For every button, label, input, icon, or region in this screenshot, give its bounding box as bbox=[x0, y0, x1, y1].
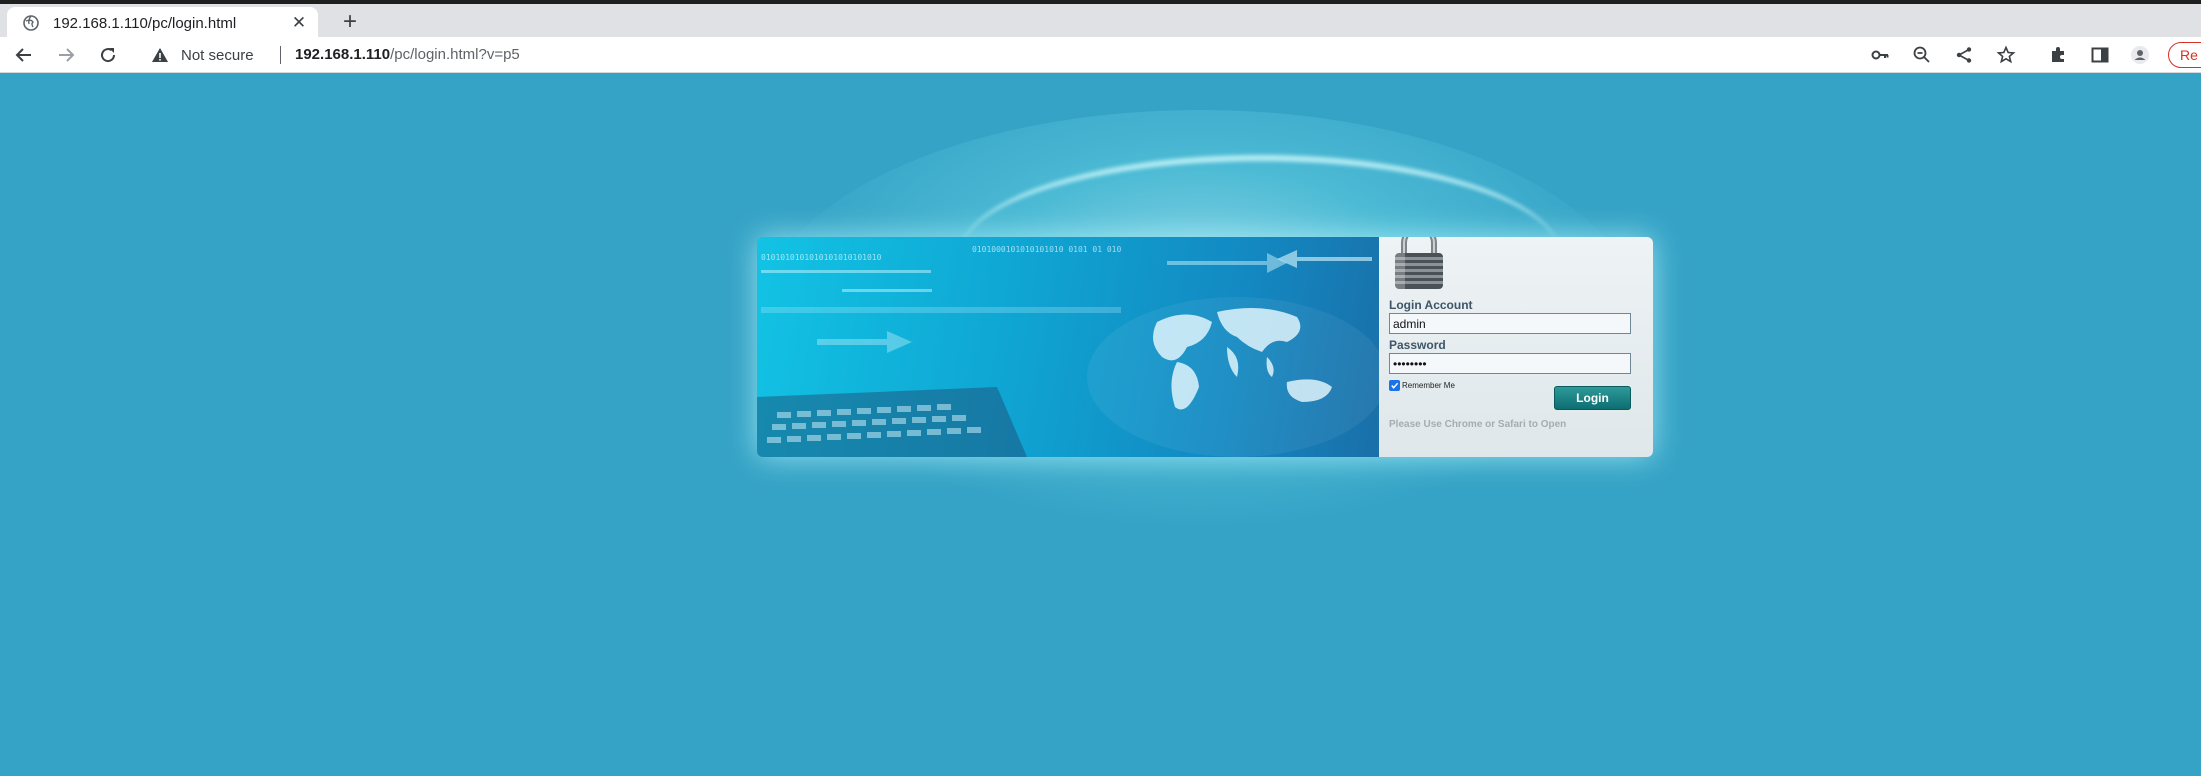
login-account-input[interactable] bbox=[1389, 313, 1631, 334]
url-field[interactable]: 192.168.1.110/pc/login.html?v=p5 bbox=[295, 46, 520, 63]
tab-title: 192.168.1.110/pc/login.html bbox=[53, 14, 237, 32]
url-path: /pc/login.html?v=p5 bbox=[390, 46, 520, 63]
close-icon[interactable]: ✕ bbox=[290, 13, 308, 33]
url-host: 192.168.1.110 bbox=[295, 46, 391, 63]
login-account-label: Login Account bbox=[1389, 298, 1473, 312]
padlock-icon bbox=[1395, 237, 1443, 289]
banner-stripe bbox=[761, 307, 1121, 313]
password-label: Password bbox=[1389, 338, 1446, 352]
star-icon[interactable] bbox=[1996, 45, 2016, 65]
share-icon[interactable] bbox=[1954, 45, 1974, 65]
arrow-right-icon[interactable] bbox=[56, 45, 76, 65]
banner-stripe bbox=[842, 289, 932, 292]
password-input[interactable] bbox=[1389, 353, 1631, 374]
banner-stripe bbox=[761, 270, 931, 273]
remember-me-label: Remember Me bbox=[1402, 381, 1455, 390]
login-card: 0101000101010101010 0101 01 010 01010101… bbox=[757, 237, 1653, 457]
login-button[interactable]: Login bbox=[1554, 386, 1631, 410]
tab-bar: 192.168.1.110/pc/login.html ✕ + bbox=[0, 4, 2201, 39]
relaunch-button[interactable]: Re bbox=[2168, 42, 2201, 68]
keyboard-illustration bbox=[757, 387, 1027, 457]
remember-me-checkbox[interactable] bbox=[1389, 380, 1400, 391]
extensions-icon[interactable] bbox=[2048, 45, 2068, 65]
banner-arrow-icon bbox=[1167, 250, 1372, 273]
zoom-out-icon[interactable] bbox=[1912, 45, 1932, 65]
arrow-left-icon[interactable] bbox=[14, 45, 34, 65]
login-panel: Login Account Password Remember Me Login… bbox=[1379, 237, 1653, 457]
not-secure-label: Not secure bbox=[181, 46, 254, 64]
browser-hint-text: Please Use Chrome or Safari to Open bbox=[1389, 419, 1567, 430]
browser-tab[interactable]: 192.168.1.110/pc/login.html ✕ bbox=[7, 7, 318, 39]
new-tab-button[interactable]: + bbox=[338, 10, 362, 34]
side-panel-icon[interactable] bbox=[2090, 45, 2110, 65]
reload-icon[interactable] bbox=[98, 45, 118, 65]
checkmark-icon bbox=[1391, 382, 1399, 389]
security-indicator[interactable]: Not secure bbox=[151, 45, 254, 65]
browser-toolbar: Not secure 192.168.1.110/pc/login.html?v… bbox=[0, 37, 2201, 73]
globe-icon bbox=[23, 15, 39, 31]
warning-icon bbox=[152, 48, 168, 62]
key-icon[interactable] bbox=[1870, 45, 1890, 65]
profile-icon[interactable] bbox=[2130, 45, 2150, 65]
address-divider bbox=[280, 46, 281, 64]
banner-binary-text: 0101000101010101010 0101 01 010 bbox=[972, 245, 1122, 254]
banner-image: 0101000101010101010 0101 01 010 01010101… bbox=[757, 237, 1379, 457]
remember-me[interactable]: Remember Me bbox=[1389, 380, 1455, 391]
banner-binary-text-2: 0101010101010101010101010 bbox=[761, 253, 882, 262]
world-map-illustration bbox=[1087, 297, 1379, 457]
banner-arrow-icon bbox=[817, 331, 912, 353]
